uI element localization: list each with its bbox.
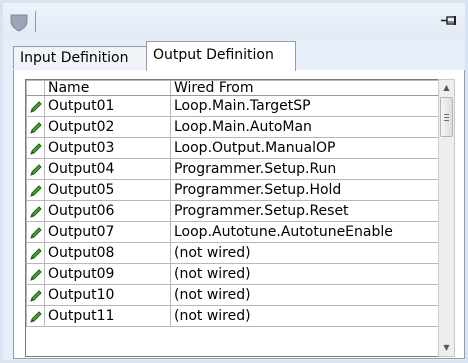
vertical-scrollbar[interactable]: ▲ ▼ [438, 79, 455, 357]
pencil-icon[interactable] [26, 179, 45, 201]
table-row[interactable]: Output04 Programmer.Setup.Run [26, 158, 438, 180]
table-row[interactable]: Output02 Loop.Main.AutoMan [26, 116, 438, 138]
outputs-grid: Name Wired From Output01 Loop.Main.Target… [25, 79, 438, 357]
table-row[interactable]: Output09 (not wired) [26, 263, 438, 285]
shield-icon[interactable] [9, 12, 29, 32]
header-wired-from[interactable]: Wired From [170, 80, 438, 96]
tab-input-definition[interactable]: Input Definition [13, 46, 147, 69]
table-row[interactable]: Output07 Loop.Autotune.AutotuneEnable [26, 221, 438, 243]
pencil-icon[interactable] [26, 95, 45, 117]
wired-from-cell[interactable]: (not wired) [170, 284, 438, 306]
toolbar-separator [35, 11, 36, 32]
pencil-icon[interactable] [26, 116, 45, 138]
output-name-cell[interactable]: Output07 [44, 221, 171, 243]
pencil-icon[interactable] [26, 263, 45, 285]
wired-from-cell[interactable]: Programmer.Setup.Hold [170, 179, 438, 201]
output-name-cell[interactable]: Output05 [44, 179, 171, 201]
toolbar [3, 3, 465, 39]
wired-from-cell[interactable]: Programmer.Setup.Run [170, 158, 438, 180]
pencil-icon[interactable] [26, 221, 45, 243]
output-name-cell[interactable]: Output08 [44, 242, 171, 264]
wired-from-cell[interactable]: (not wired) [170, 263, 438, 285]
header-icon-column [26, 80, 45, 96]
output-name-cell[interactable]: Output06 [44, 200, 171, 222]
output-name-cell[interactable]: Output02 [44, 116, 171, 138]
scroll-thumb[interactable] [440, 97, 453, 137]
pin-icon[interactable] [441, 13, 459, 29]
tab-content: Name Wired From Output01 Loop.Main.Target… [13, 70, 465, 359]
pencil-icon[interactable] [26, 158, 45, 180]
pencil-icon[interactable] [26, 242, 45, 264]
tab-strip: Input Definition Output Definition [13, 40, 465, 71]
output-definition-panel: Input Definition Output Definition Name … [3, 3, 465, 360]
table-row[interactable]: Output08 (not wired) [26, 242, 438, 264]
wired-from-cell[interactable]: Loop.Main.AutoMan [170, 116, 438, 138]
table-row[interactable]: Output10 (not wired) [26, 284, 438, 306]
wired-from-cell[interactable]: (not wired) [170, 305, 438, 327]
table-row[interactable]: Output05 Programmer.Setup.Hold [26, 179, 438, 201]
table-row[interactable]: Output11 (not wired) [26, 305, 438, 327]
wired-from-cell[interactable]: Loop.Main.TargetSP [170, 95, 438, 117]
table-row[interactable]: Output03 Loop.Output.ManualOP [26, 137, 438, 159]
output-name-cell[interactable]: Output10 [44, 284, 171, 306]
table-row[interactable]: Output06 Programmer.Setup.Reset [26, 200, 438, 222]
table-header-row: Name Wired From [26, 80, 438, 96]
pencil-icon[interactable] [26, 137, 45, 159]
header-name[interactable]: Name [44, 80, 171, 96]
scroll-down-arrow[interactable]: ▼ [439, 340, 454, 356]
output-name-cell[interactable]: Output09 [44, 263, 171, 285]
output-name-cell[interactable]: Output04 [44, 158, 171, 180]
pencil-icon[interactable] [26, 305, 45, 327]
wired-from-cell[interactable]: Programmer.Setup.Reset [170, 200, 438, 222]
wired-from-cell[interactable]: Loop.Autotune.AutotuneEnable [170, 221, 438, 243]
pencil-icon[interactable] [26, 284, 45, 306]
output-name-cell[interactable]: Output01 [44, 95, 171, 117]
scroll-up-arrow[interactable]: ▲ [439, 80, 454, 96]
output-name-cell[interactable]: Output03 [44, 137, 171, 159]
table-row[interactable]: Output01 Loop.Main.TargetSP [26, 95, 438, 117]
tab-output-definition[interactable]: Output Definition [146, 41, 296, 71]
pencil-icon[interactable] [26, 200, 45, 222]
output-name-cell[interactable]: Output11 [44, 305, 171, 327]
wired-from-cell[interactable]: Loop.Output.ManualOP [170, 137, 438, 159]
wired-from-cell[interactable]: (not wired) [170, 242, 438, 264]
